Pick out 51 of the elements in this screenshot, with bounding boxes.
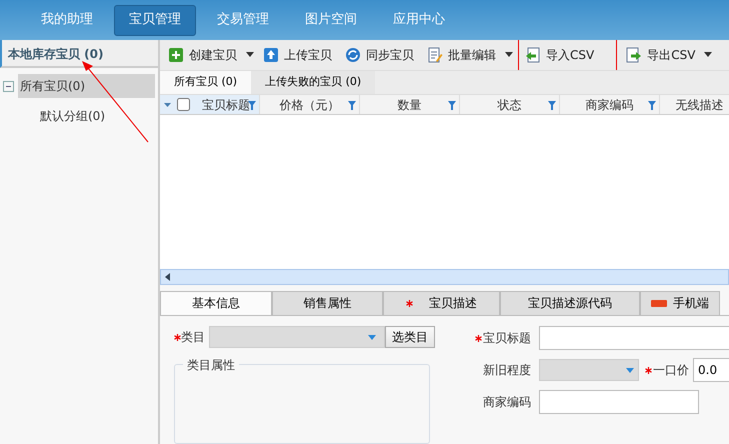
horizontal-scrollbar[interactable]	[160, 268, 729, 285]
plus-icon	[168, 46, 184, 63]
tree-item[interactable]: 所有宝贝(0)	[18, 74, 155, 98]
column-header[interactable]: 数量	[398, 96, 422, 114]
field-label: 类目	[181, 329, 205, 346]
field-label: 一口价	[653, 362, 689, 379]
toolbar-button[interactable]: 上传宝贝	[259, 42, 336, 68]
filter-icon[interactable]	[248, 100, 256, 110]
tree-item[interactable]: 默认分组(0)	[38, 104, 155, 128]
toolbar-button[interactable]: 同步宝贝	[341, 42, 418, 68]
filter-icon[interactable]	[448, 100, 456, 110]
upload-icon	[263, 46, 279, 63]
detail-tab[interactable]: 手机端	[640, 290, 720, 315]
column-header[interactable]: 状态	[498, 96, 522, 114]
sync-icon	[345, 46, 361, 63]
nav-tab[interactable]: 宝贝管理	[114, 5, 196, 36]
caret-icon[interactable]	[505, 52, 513, 58]
list-tab[interactable]: 所有宝贝 (0)	[160, 70, 252, 94]
caret-icon[interactable]	[704, 52, 712, 58]
export-icon	[626, 46, 642, 63]
dropdown-icon[interactable]	[626, 368, 634, 372]
import-icon	[525, 46, 541, 63]
collapse-icon[interactable]	[3, 80, 14, 92]
column-header[interactable]: 无线描述	[676, 96, 724, 114]
list-tab[interactable]: 上传失败的宝贝 (0)	[251, 70, 376, 94]
sort-icon[interactable]	[164, 102, 171, 106]
price-field[interactable]: 0.0	[693, 358, 729, 382]
field-label: 宝贝标题	[483, 330, 531, 347]
detail-tab[interactable]: 宝贝描述	[383, 290, 500, 315]
detail-tab[interactable]: 基本信息	[160, 290, 272, 315]
select-all-checkbox[interactable]	[177, 98, 190, 111]
panel-title: 类目属性	[183, 356, 239, 374]
column-header[interactable]: 商家编码	[586, 96, 634, 114]
toolbar-button[interactable]: 导出CSV	[622, 42, 700, 68]
detail-tab[interactable]: 宝贝描述源代码	[500, 290, 640, 315]
dropdown-icon[interactable]	[368, 334, 376, 340]
text-field[interactable]	[539, 326, 729, 350]
detail-tab[interactable]: 销售属性	[272, 290, 383, 315]
column-header[interactable]: 价格（元）	[280, 96, 340, 114]
edit-document-icon	[427, 46, 443, 63]
text-field[interactable]	[539, 390, 699, 414]
filter-icon[interactable]	[548, 100, 556, 110]
panel-title: 本地库存宝贝 (0)	[0, 40, 158, 68]
toolbar-button[interactable]: 批量编辑	[423, 42, 500, 68]
toolbar-button[interactable]: 创建宝贝	[164, 42, 241, 68]
filter-icon[interactable]	[648, 100, 656, 110]
choose-category-button[interactable]: 选类目	[385, 326, 435, 348]
caret-icon[interactable]	[246, 52, 254, 58]
field-label: 新旧程度	[483, 362, 531, 379]
filter-icon[interactable]	[348, 100, 356, 110]
field-label: 商家编码	[483, 394, 531, 411]
